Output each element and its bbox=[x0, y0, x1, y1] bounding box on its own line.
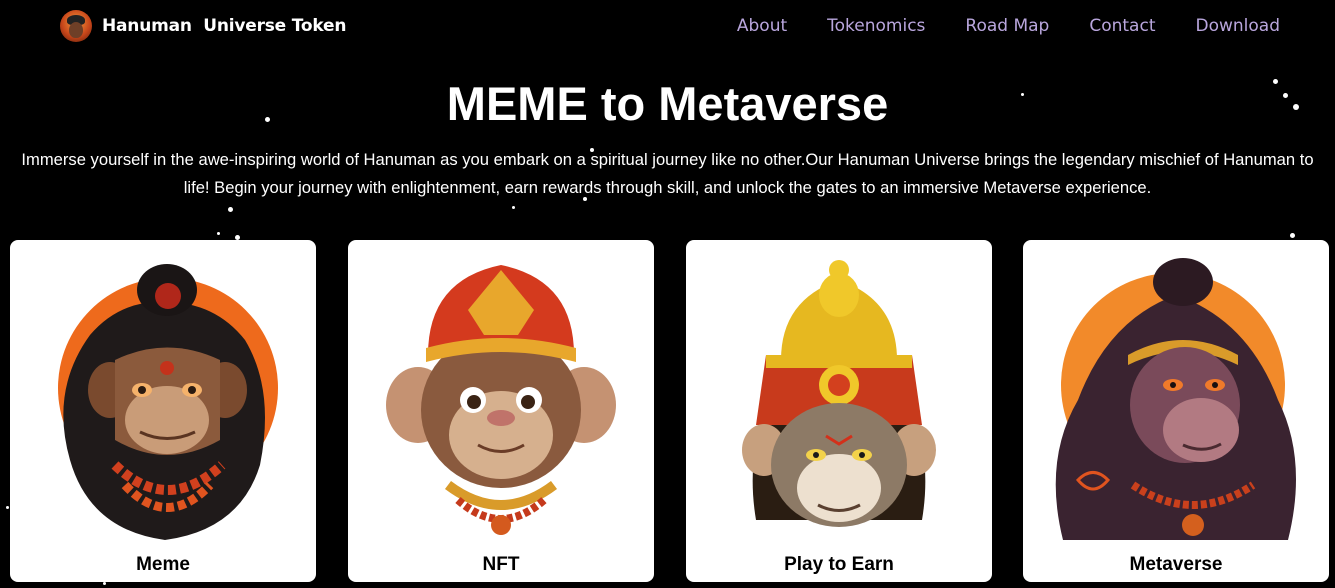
star bbox=[6, 506, 9, 509]
nav-link-about[interactable]: About bbox=[737, 16, 787, 36]
star bbox=[1290, 233, 1295, 238]
nav-link-download[interactable]: Download bbox=[1195, 16, 1280, 36]
nav-link-tokenomics[interactable]: Tokenomics bbox=[827, 16, 925, 36]
star bbox=[217, 232, 220, 235]
nav-link-road-map[interactable]: Road Map bbox=[965, 16, 1049, 36]
star bbox=[103, 582, 106, 585]
brand-link[interactable]: Hanuman Universe Token bbox=[60, 10, 346, 42]
hanuman-logo-icon bbox=[60, 10, 92, 42]
metaverse-hanuman-illustration bbox=[1055, 258, 1296, 540]
feature-card-meme[interactable]: Meme bbox=[10, 240, 316, 582]
hero-description: Immerse yourself in the awe-inspiring wo… bbox=[21, 150, 1314, 197]
hero-title: MEME to Metaverse bbox=[446, 77, 889, 130]
card-label-meme: Meme bbox=[136, 554, 190, 575]
feature-card-play-to-earn[interactable]: Play to Earn bbox=[686, 240, 992, 582]
meme-hanuman-illustration bbox=[58, 264, 278, 540]
nav-link-contact[interactable]: Contact bbox=[1089, 16, 1155, 36]
top-nav: Hanuman Universe Token About Tokenomics … bbox=[0, 0, 1335, 54]
feature-card-nft[interactable]: NFT bbox=[348, 240, 654, 582]
star bbox=[512, 206, 515, 209]
nav-links: About Tokenomics Road Map Contact Downlo… bbox=[697, 16, 1280, 36]
card-label-play-to-earn: Play to Earn bbox=[784, 554, 894, 575]
card-label-nft: NFT bbox=[482, 554, 520, 575]
feature-card-metaverse[interactable]: Metaverse bbox=[1023, 240, 1329, 582]
brand-name: Hanuman Universe Token bbox=[102, 16, 347, 36]
star bbox=[228, 207, 233, 212]
card-label-metaverse: Metaverse bbox=[1129, 554, 1223, 575]
nft-hanuman-illustration bbox=[386, 265, 616, 535]
play-to-earn-hanuman-illustration bbox=[742, 260, 936, 527]
